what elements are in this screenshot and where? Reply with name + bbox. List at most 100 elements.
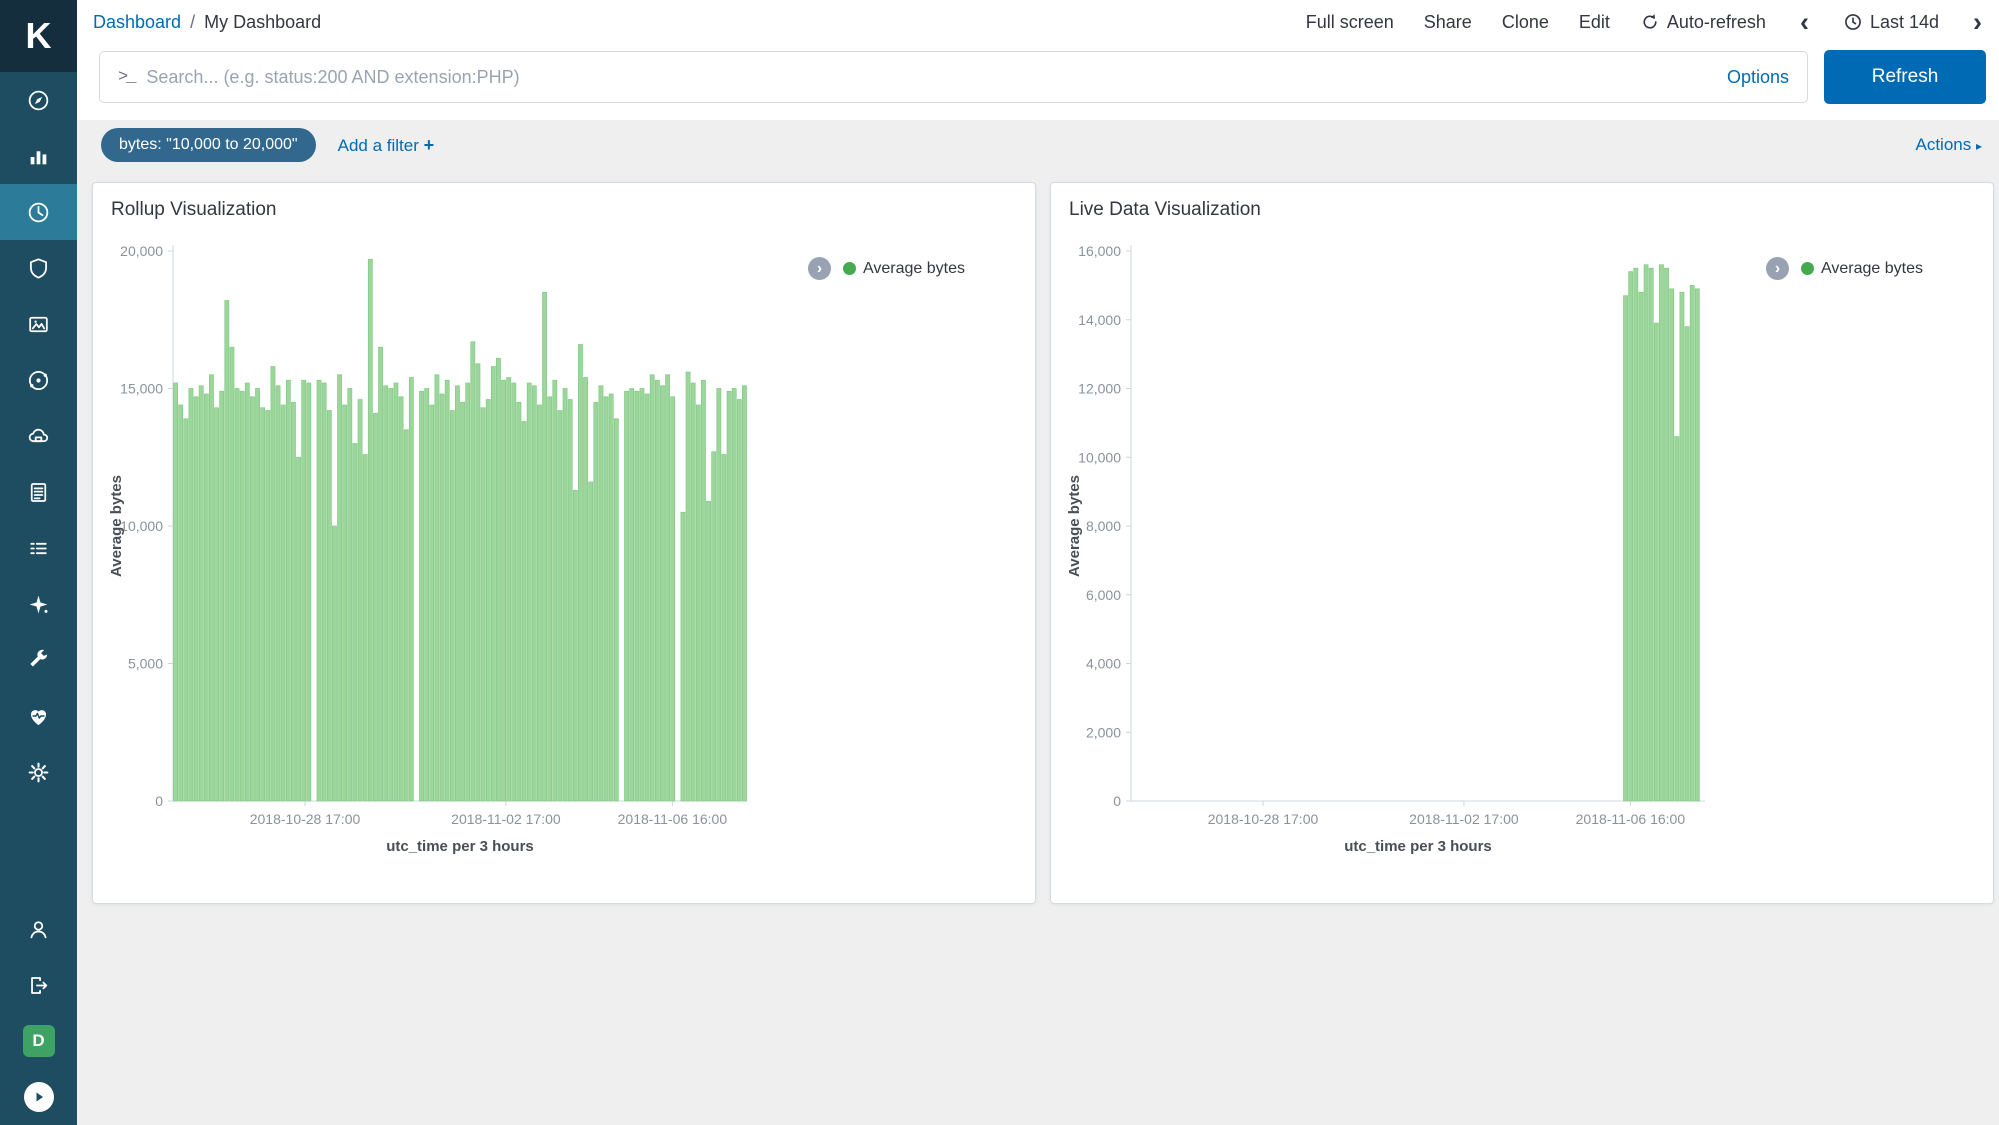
sidebar-item-ml[interactable] xyxy=(0,576,77,632)
document-icon xyxy=(26,480,51,505)
sidebar-item-logout[interactable] xyxy=(0,957,77,1013)
svg-text:5,000: 5,000 xyxy=(128,656,163,672)
refresh-cycle-icon xyxy=(1640,12,1660,32)
legend-label: Average bytes xyxy=(863,260,965,278)
full-screen-button[interactable]: Full screen xyxy=(1306,12,1394,33)
filter-actions-link[interactable]: Actions ▸ xyxy=(1915,135,1982,155)
clock-icon xyxy=(1843,12,1863,32)
wrench-icon xyxy=(26,648,51,673)
console-prompt-icon: >_ xyxy=(118,68,134,87)
legend-label: Average bytes xyxy=(1821,260,1923,278)
search-row: >_ Options Refresh xyxy=(77,44,1999,120)
breadcrumb-current: My Dashboard xyxy=(204,12,321,33)
sparkles-icon xyxy=(26,592,51,617)
breadcrumb-dashboard-link[interactable]: Dashboard xyxy=(93,12,181,33)
sidebar-collapse[interactable] xyxy=(0,1069,77,1125)
topbar: Dashboard / My Dashboard Full screen Sha… xyxy=(77,0,1999,44)
sidebar-item-infrastructure[interactable] xyxy=(0,520,77,576)
panel-title-live-data: Live Data Visualization xyxy=(1069,199,1993,221)
sidebar-item-discover[interactable] xyxy=(0,72,77,128)
plus-icon: + xyxy=(424,135,435,155)
main-area: Dashboard / My Dashboard Full screen Sha… xyxy=(77,0,1999,1125)
svg-text:6,000: 6,000 xyxy=(1086,587,1121,603)
svg-text:16,000: 16,000 xyxy=(1078,243,1121,259)
sidebar-item-account[interactable] xyxy=(0,901,77,957)
svg-text:4,000: 4,000 xyxy=(1086,656,1121,672)
svg-text:0: 0 xyxy=(1113,793,1121,809)
clock-dashboard-icon xyxy=(26,200,51,225)
sidebar-item-space[interactable]: D xyxy=(0,1013,77,1069)
svg-text:utc_time per 3 hours: utc_time per 3 hours xyxy=(1344,838,1492,855)
sidebar-item-cloud[interactable] xyxy=(0,408,77,464)
live-data-legend: › Average bytes xyxy=(1766,257,1923,280)
breadcrumb-separator: / xyxy=(190,12,195,33)
filter-row: bytes: "10,000 to 20,000" Add a filter +… xyxy=(77,120,1999,162)
refresh-button[interactable]: Refresh xyxy=(1824,50,1986,104)
live-data-bar-chart[interactable]: 02,0004,0006,0008,00010,00012,00014,0001… xyxy=(1061,235,1711,865)
breadcrumb: Dashboard / My Dashboard xyxy=(93,12,321,33)
legend-item-average-bytes[interactable]: Average bytes xyxy=(843,260,965,278)
svg-text:2018-11-06 16:00: 2018-11-06 16:00 xyxy=(1576,811,1686,827)
svg-text:2018-11-02 17:00: 2018-11-02 17:00 xyxy=(1409,811,1519,827)
compass-icon xyxy=(26,88,51,113)
svg-text:10,000: 10,000 xyxy=(1078,449,1121,465)
sidebar-item-visualize[interactable] xyxy=(0,128,77,184)
heartbeat-icon xyxy=(26,704,51,729)
sidebar-item-maps[interactable] xyxy=(0,296,77,352)
sidebar-item-dashboard[interactable] xyxy=(0,184,77,240)
header-block: Dashboard / My Dashboard Full screen Sha… xyxy=(77,0,1999,120)
circle-chevron-icon[interactable]: › xyxy=(1766,257,1789,280)
svg-text:15,000: 15,000 xyxy=(120,381,163,397)
svg-text:10,000: 10,000 xyxy=(120,518,163,534)
rollup-legend: › Average bytes xyxy=(808,257,965,280)
svg-text:14,000: 14,000 xyxy=(1078,312,1121,328)
rollup-bar-chart[interactable]: 05,00010,00015,00020,0002018-10-28 17:00… xyxy=(103,235,753,865)
play-collapse-icon xyxy=(24,1082,54,1112)
filter-pill[interactable]: bytes: "10,000 to 20,000" xyxy=(101,128,316,162)
svg-text:Average bytes: Average bytes xyxy=(108,475,125,577)
clone-button[interactable]: Clone xyxy=(1502,12,1549,33)
share-button[interactable]: Share xyxy=(1424,12,1472,33)
gear-icon xyxy=(26,760,51,785)
svg-text:2018-10-28 17:00: 2018-10-28 17:00 xyxy=(250,811,361,827)
dashboard-panels: Rollup Visualization 0 5,000 10,000 15,000 2… xyxy=(77,162,1999,904)
circle-chevron-icon[interactable]: › xyxy=(808,257,831,280)
auto-refresh-button[interactable]: Auto-refresh xyxy=(1640,12,1766,33)
sidebar-item-devtools[interactable] xyxy=(0,632,77,688)
rollup-panel: Rollup Visualization 05,00010,00015,0002… xyxy=(92,182,1036,904)
sidebar-item-logs[interactable] xyxy=(0,464,77,520)
svg-text:2018-10-28 17:00: 2018-10-28 17:00 xyxy=(1208,811,1319,827)
kibana-logo[interactable]: K xyxy=(0,0,77,72)
shield-icon xyxy=(26,256,51,281)
search-input[interactable] xyxy=(146,67,1715,88)
add-filter-link[interactable]: Add a filter + xyxy=(338,135,435,156)
svg-text:2018-11-06 16:00: 2018-11-06 16:00 xyxy=(618,811,728,827)
app-root: K xyxy=(0,0,1999,1125)
svg-text:2018-11-02 17:00: 2018-11-02 17:00 xyxy=(451,811,561,827)
sidebar-item-apm[interactable] xyxy=(0,352,77,408)
live-data-panel: Live Data Visualization 0 2,000 4,000 6,000… xyxy=(1050,182,1994,904)
search-box: >_ Options xyxy=(99,51,1808,103)
svg-text:2,000: 2,000 xyxy=(1086,724,1121,740)
space-avatar: D xyxy=(23,1025,55,1057)
svg-text:utc_time per 3 hours: utc_time per 3 hours xyxy=(386,838,534,855)
time-range-label: Last 14d xyxy=(1870,12,1939,33)
top-actions: Full screen Share Clone Edit Auto-refres… xyxy=(1306,9,1986,36)
edit-button[interactable]: Edit xyxy=(1579,12,1610,33)
panel-title-rollup: Rollup Visualization xyxy=(111,199,1035,221)
sidebar-item-management[interactable] xyxy=(0,744,77,800)
image-map-icon xyxy=(26,312,51,337)
options-link[interactable]: Options xyxy=(1727,67,1789,88)
legend-item-average-bytes[interactable]: Average bytes xyxy=(1801,260,1923,278)
list-icon xyxy=(26,536,51,561)
series-dot-icon xyxy=(843,262,856,275)
time-range-picker[interactable]: Last 14d xyxy=(1843,12,1939,33)
sidebar-spacer xyxy=(0,800,77,901)
series-dot-icon xyxy=(1801,262,1814,275)
sidebar: K xyxy=(0,0,77,1125)
orbit-icon xyxy=(26,368,51,393)
time-back-chevron-icon[interactable]: ‹ xyxy=(1796,9,1813,36)
time-forward-chevron-icon[interactable]: › xyxy=(1969,9,1986,36)
sidebar-item-monitoring[interactable] xyxy=(0,688,77,744)
sidebar-item-security[interactable] xyxy=(0,240,77,296)
